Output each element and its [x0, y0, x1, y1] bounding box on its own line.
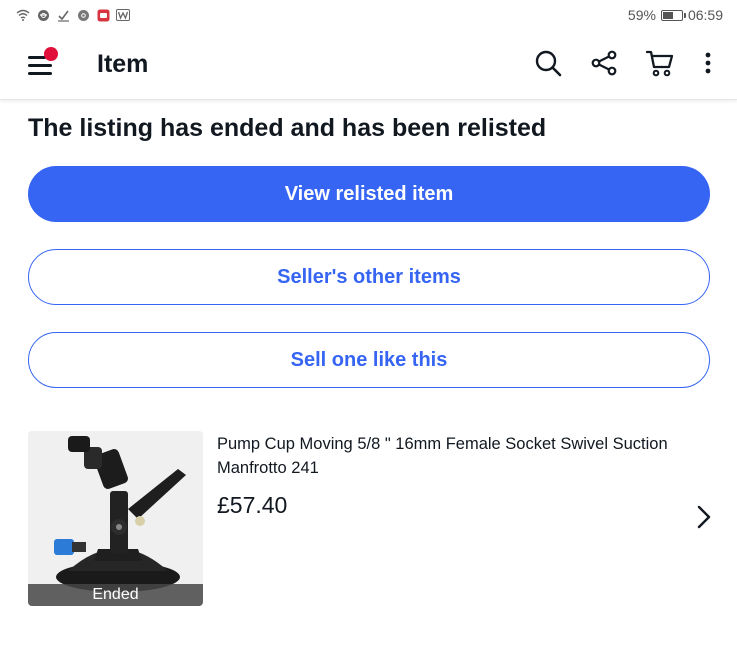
notification-app-icon [96, 8, 110, 22]
app-bar: Item [0, 30, 737, 100]
item-thumbnail: Ended [28, 431, 203, 606]
status-bar: 59% 06:59 [0, 0, 737, 30]
status-icons [16, 8, 130, 22]
app-actions [533, 48, 715, 78]
status-right: 59% 06:59 [628, 7, 723, 23]
sellers-other-items-label: Seller's other items [277, 265, 461, 288]
vpn-icon [36, 8, 50, 22]
sellers-other-items-button[interactable]: Seller's other items [28, 249, 710, 305]
item-price: £57.40 [217, 492, 288, 518]
menu-icon-line [28, 72, 52, 75]
item-title[interactable]: Pump Cup Moving 5/8 " 16mm Female Socket… [217, 432, 677, 480]
notification-dot [44, 47, 58, 61]
sell-one-like-this-button[interactable]: Sell one like this [28, 332, 710, 388]
item-card[interactable]: Ended Pump Cup Moving 5/8 " 16mm Female … [28, 431, 718, 606]
view-relisted-label: View relisted item [284, 182, 454, 205]
menu-icon [28, 56, 46, 59]
battery-fill [662, 11, 673, 19]
clock: 06:59 [687, 7, 723, 23]
wifi-icon [16, 8, 30, 22]
check-icon [56, 8, 70, 22]
chevron-right-icon[interactable] [694, 505, 714, 529]
menu-icon-line [28, 64, 52, 67]
search-icon[interactable] [533, 48, 563, 78]
w-app-icon [116, 8, 130, 22]
chrome-icon [76, 8, 90, 22]
more-vert-icon[interactable] [701, 48, 715, 78]
battery-icon [660, 9, 686, 21]
sell-one-like-this-label: Sell one like this [290, 348, 448, 371]
ended-badge: Ended [28, 584, 203, 606]
share-icon[interactable] [589, 48, 619, 78]
menu-button[interactable] [28, 47, 58, 80]
suction-cup-image [28, 431, 203, 606]
cart-icon[interactable] [645, 48, 675, 78]
listing-ended-heading: The listing has ended and has been relis… [28, 114, 547, 142]
view-relisted-button[interactable]: View relisted item [28, 166, 710, 222]
battery-percent: 59% [627, 7, 656, 23]
page-title: Item [97, 50, 149, 78]
